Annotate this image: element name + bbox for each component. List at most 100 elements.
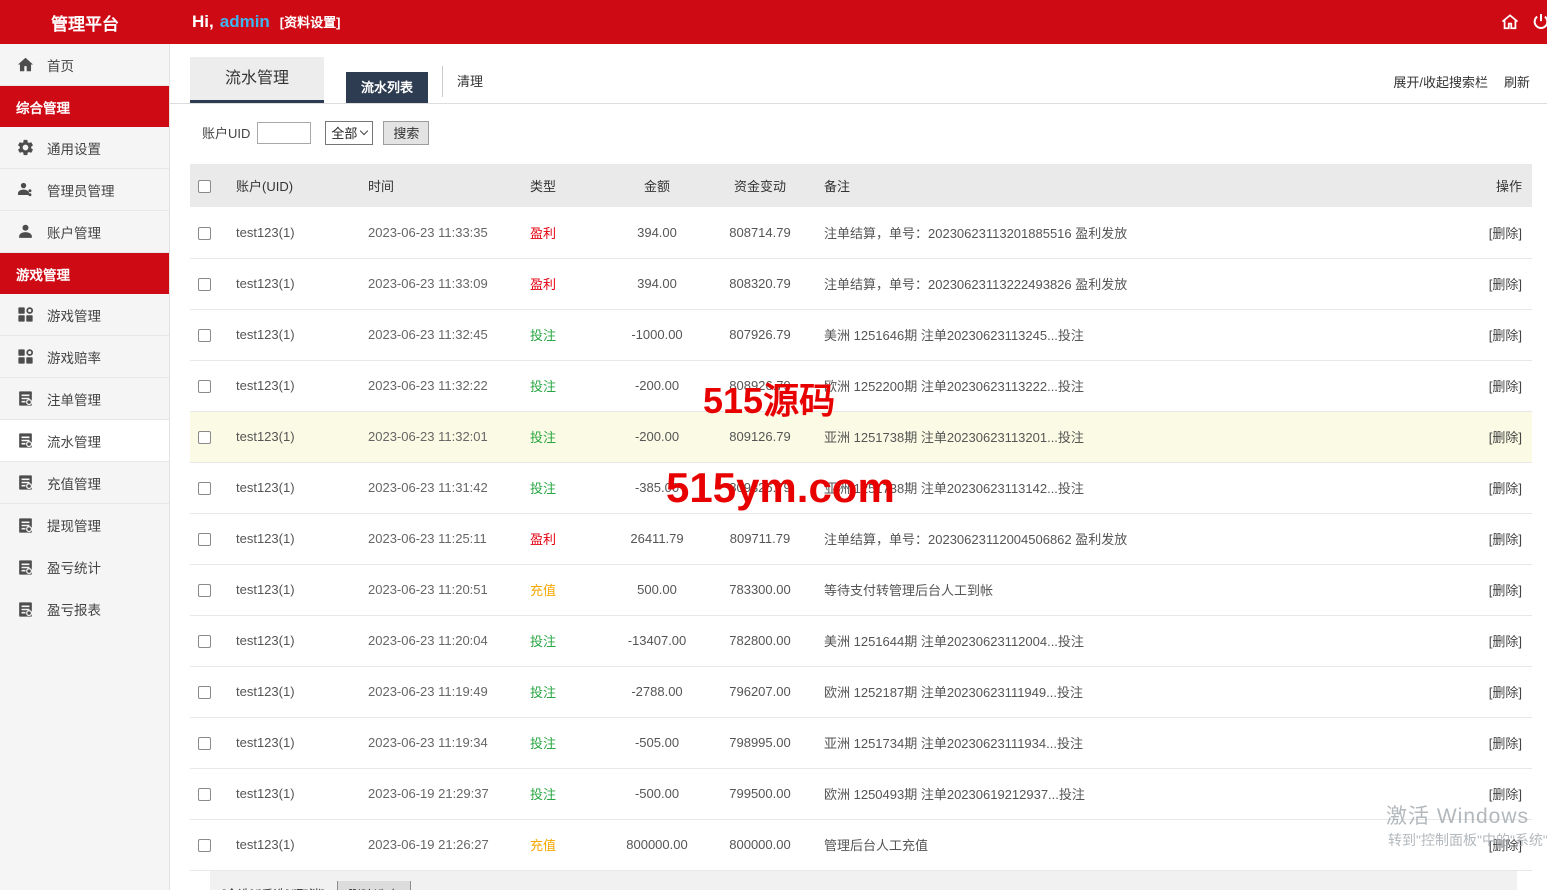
sidebar-item-label: 充值管理 <box>47 473 101 493</box>
cell-amount: 500.00 <box>610 564 704 615</box>
delete-link[interactable]: [删除] <box>1489 379 1522 394</box>
search-button[interactable]: 搜索 <box>383 121 429 145</box>
delete-link[interactable]: [删除] <box>1489 532 1522 547</box>
toggle-search-link[interactable]: 展开/收起搜索栏 <box>1393 72 1488 91</box>
col-header-time: 时间 <box>360 164 522 207</box>
account-uid-input[interactable] <box>257 122 311 144</box>
sidebar-item-7[interactable]: 游戏赔率 <box>0 336 169 378</box>
report-icon <box>16 516 35 535</box>
row-checkbox[interactable] <box>198 737 211 750</box>
cell-amount: -2788.00 <box>610 666 704 717</box>
sidebar-item-9[interactable]: 流水管理 <box>0 420 169 462</box>
greeting-text: Hi, <box>192 12 214 32</box>
cell-type-badge: 充值 <box>530 838 556 853</box>
delete-selected-button[interactable]: 删除选中 <box>337 881 411 890</box>
cell-amount: -1000.00 <box>610 309 704 360</box>
cell-type-badge: 盈利 <box>530 532 556 547</box>
cell-amount: -200.00 <box>610 360 704 411</box>
row-checkbox[interactable] <box>198 839 211 852</box>
cell-type-badge: 盈利 <box>530 226 556 241</box>
tab-flow-list[interactable]: 流水列表 <box>346 72 428 103</box>
cell-note: 注单结算，单号：20230623112004506862 盈利发放 <box>816 513 1412 564</box>
table-row: test123(1)2023-06-23 11:33:35盈利394.00808… <box>190 207 1532 258</box>
sidebar-item-6[interactable]: 游戏管理 <box>0 294 169 336</box>
select-all-checkbox[interactable] <box>198 180 211 193</box>
cell-fund-change: 809126.79 <box>704 411 816 462</box>
row-checkbox[interactable] <box>198 278 211 291</box>
sidebar-item-12[interactable]: 盈亏统计 <box>0 546 169 588</box>
profile-settings-link[interactable]: [资料设置] <box>280 12 341 31</box>
sidebar-item-label: 首页 <box>47 55 74 75</box>
search-bar: 账户UID 全部 搜索 <box>170 104 1547 147</box>
cell-type-badge: 投注 <box>530 328 556 343</box>
page-tab-flow-management[interactable]: 流水管理 <box>190 57 324 103</box>
row-checkbox[interactable] <box>198 329 211 342</box>
sidebar-item-label: 盈亏统计 <box>47 557 101 577</box>
user-greeting: Hi, admin [资料设置] <box>192 12 340 32</box>
sidebar-section-1: 综合管理 <box>0 86 169 127</box>
cell-fund-change: 799500.00 <box>704 768 816 819</box>
cell-type-badge: 投注 <box>530 685 556 700</box>
cell-uid: test123(1) <box>228 258 360 309</box>
table-row: test123(1)2023-06-23 11:32:01投注-200.0080… <box>190 411 1532 462</box>
grid-icon <box>16 305 35 324</box>
row-checkbox[interactable] <box>198 686 211 699</box>
cell-fund-change: 807926.79 <box>704 309 816 360</box>
cell-uid: test123(1) <box>228 768 360 819</box>
delete-link[interactable]: [删除] <box>1489 430 1522 445</box>
sidebar-item-8[interactable]: 注单管理 <box>0 378 169 420</box>
delete-link[interactable]: [删除] <box>1489 838 1522 853</box>
refresh-link[interactable]: 刷新 <box>1504 72 1530 91</box>
sidebar-item-13[interactable]: 盈亏报表 <box>0 588 169 630</box>
select-all-invert-cancel-links[interactable]: [全选]/[反选]/[取消] <box>222 881 325 890</box>
col-header-fund: 资金变动 <box>704 164 816 207</box>
type-filter-value: 全部 <box>331 123 357 142</box>
cell-type-badge: 投注 <box>530 430 556 445</box>
row-checkbox[interactable] <box>198 431 211 444</box>
delete-link[interactable]: [删除] <box>1489 226 1522 241</box>
sidebar-item-3[interactable]: 管理员管理 <box>0 169 169 211</box>
delete-link[interactable]: [删除] <box>1489 736 1522 751</box>
row-checkbox[interactable] <box>198 584 211 597</box>
cell-fund-change: 798995.00 <box>704 717 816 768</box>
delete-link[interactable]: [删除] <box>1489 685 1522 700</box>
sidebar-item-0[interactable]: 首页 <box>0 44 169 86</box>
delete-link[interactable]: [删除] <box>1489 583 1522 598</box>
cell-amount: -200.00 <box>610 411 704 462</box>
col-header-action: 操作 <box>1412 164 1532 207</box>
home-icon[interactable] <box>1500 12 1520 32</box>
cell-time: 2023-06-23 11:33:35 <box>360 207 522 258</box>
cell-uid: test123(1) <box>228 564 360 615</box>
type-filter-select[interactable]: 全部 <box>325 121 373 145</box>
row-checkbox[interactable] <box>198 482 211 495</box>
sidebar-item-4[interactable]: 账户管理 <box>0 211 169 253</box>
sidebar-item-10[interactable]: 充值管理 <box>0 462 169 504</box>
top-header: 管理平台 Hi, admin [资料设置] <box>0 0 1547 44</box>
cell-fund-change: 800000.00 <box>704 819 816 870</box>
table-row: test123(1)2023-06-23 11:20:04投注-13407.00… <box>190 615 1532 666</box>
delete-link[interactable]: [删除] <box>1489 328 1522 343</box>
sidebar-item-11[interactable]: 提现管理 <box>0 504 169 546</box>
sidebar-item-2[interactable]: 通用设置 <box>0 127 169 169</box>
table-row: test123(1)2023-06-23 11:19:49投注-2788.007… <box>190 666 1532 717</box>
row-checkbox[interactable] <box>198 635 211 648</box>
row-checkbox[interactable] <box>198 380 211 393</box>
gear-icon <box>16 138 35 157</box>
row-checkbox[interactable] <box>198 227 211 240</box>
delete-link[interactable]: [删除] <box>1489 787 1522 802</box>
tab-clean[interactable]: 清理 <box>442 66 483 97</box>
delete-link[interactable]: [删除] <box>1489 481 1522 496</box>
power-icon[interactable] <box>1531 12 1547 32</box>
cell-amount: 394.00 <box>610 207 704 258</box>
cell-uid: test123(1) <box>228 666 360 717</box>
cell-amount: 800000.00 <box>610 819 704 870</box>
row-checkbox[interactable] <box>198 788 211 801</box>
cell-fund-change: 809711.79 <box>704 513 816 564</box>
delete-link[interactable]: [删除] <box>1489 277 1522 292</box>
cell-time: 2023-06-23 11:19:49 <box>360 666 522 717</box>
row-checkbox[interactable] <box>198 533 211 546</box>
report-icon <box>16 389 35 408</box>
cell-note: 美洲 1251646期 注单20230623113245...投注 <box>816 309 1412 360</box>
delete-link[interactable]: [删除] <box>1489 634 1522 649</box>
cell-type-badge: 充值 <box>530 583 556 598</box>
